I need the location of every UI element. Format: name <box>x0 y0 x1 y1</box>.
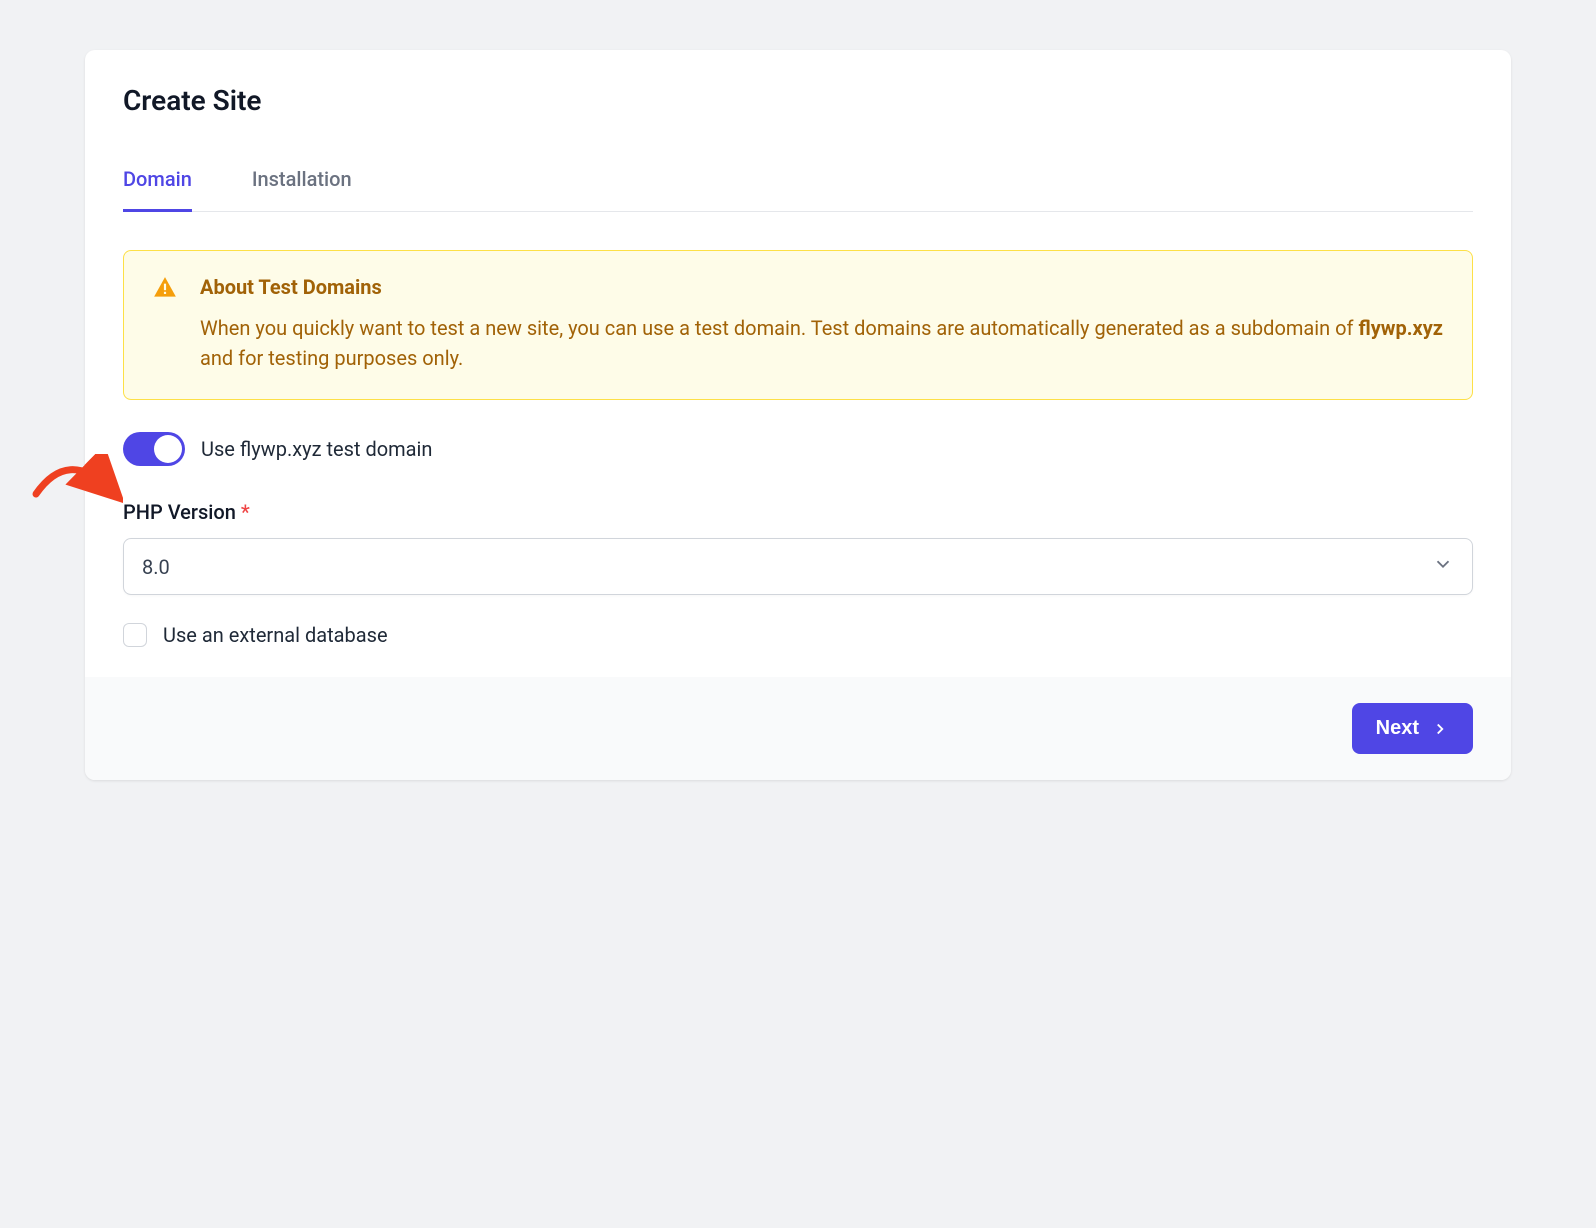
tab-domain[interactable]: Domain <box>123 167 192 212</box>
chevron-right-icon <box>1431 720 1449 738</box>
page-title: Create Site <box>123 84 1473 117</box>
alert-text-after: and for testing purposes only. <box>200 346 463 370</box>
php-version-label-text: PHP Version <box>123 500 236 524</box>
test-domain-toggle-row: Use flywp.xyz test domain <box>123 432 1473 466</box>
alert-title: About Test Domains <box>200 275 1444 299</box>
chevron-down-icon <box>1432 553 1454 580</box>
alert-content: About Test Domains When you quickly want… <box>200 275 1444 373</box>
create-site-card: Create Site Domain Installation About Te… <box>85 50 1511 780</box>
toggle-thumb <box>154 435 182 463</box>
test-domain-toggle-label: Use flywp.xyz test domain <box>201 437 432 461</box>
tab-installation[interactable]: Installation <box>252 167 352 212</box>
test-domain-alert: About Test Domains When you quickly want… <box>123 250 1473 400</box>
warning-icon <box>152 275 178 301</box>
tabs: Domain Installation <box>123 167 1473 212</box>
php-version-label: PHP Version * <box>123 500 1473 524</box>
card-footer: Next <box>85 677 1511 780</box>
card-body: Create Site Domain Installation About Te… <box>85 50 1511 677</box>
external-db-checkbox[interactable] <box>123 623 147 647</box>
alert-text-bold: flywp.xyz <box>1358 316 1442 340</box>
next-button-label: Next <box>1376 717 1419 740</box>
php-version-value: 8.0 <box>142 555 170 579</box>
test-domain-toggle[interactable] <box>123 432 185 466</box>
alert-text: When you quickly want to test a new site… <box>200 313 1444 373</box>
alert-text-before: When you quickly want to test a new site… <box>200 316 1358 340</box>
required-indicator: * <box>241 500 250 524</box>
next-button[interactable]: Next <box>1352 703 1473 754</box>
external-db-row: Use an external database <box>123 623 1473 647</box>
php-version-select[interactable]: 8.0 <box>123 538 1473 595</box>
external-db-label: Use an external database <box>163 623 388 647</box>
